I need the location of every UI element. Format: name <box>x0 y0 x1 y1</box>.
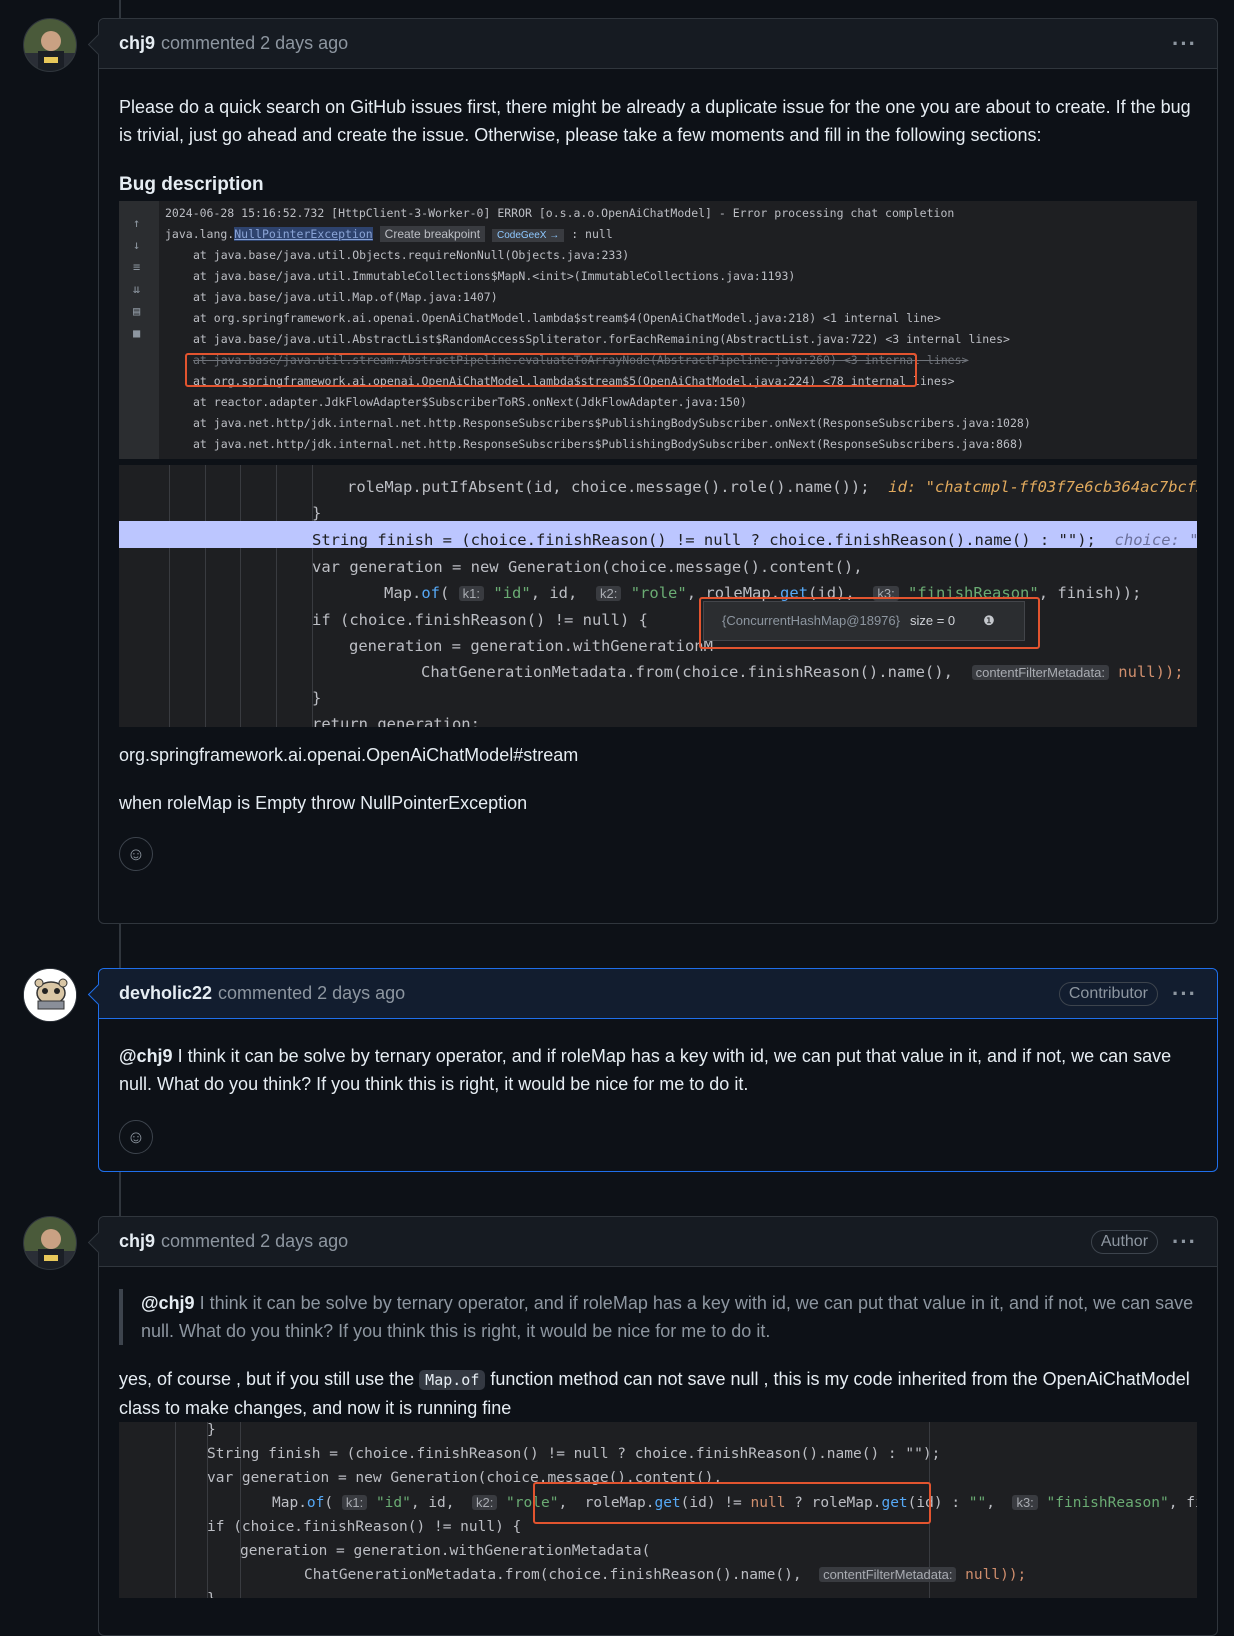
code-line: roleMap.putIfAbsent(id, choice.message()… <box>347 478 1197 496</box>
comment-card: devholic22 commented 2 days ago Contribu… <box>98 968 1218 1172</box>
comment-text: yes, of course , but if you still use th… <box>119 1369 1190 1418</box>
exception-message: : null <box>571 227 613 241</box>
kebab-horizontal-icon[interactable]: ··· <box>1172 981 1197 1007</box>
author-badge: Author <box>1090 1229 1159 1254</box>
stack-frame: at java.net.http/jdk.internal.net.http.c… <box>193 451 982 459</box>
comment-author[interactable]: chj9 <box>119 1231 155 1252</box>
annotation-highlight <box>185 353 917 387</box>
user-mention[interactable]: @chj9 <box>141 1293 195 1313</box>
comment-header: chj9 commented 2 days ago Author ··· <box>99 1217 1217 1267</box>
quoted-reply: @chj9 I think it can be solve by ternary… <box>119 1289 1197 1345</box>
comment-text: org.springframework.ai.openai.OpenAiChat… <box>119 745 579 765</box>
contributor-badge: Contributor <box>1058 981 1159 1006</box>
comment-text: when roleMap is Empty throw NullPointerE… <box>119 793 528 813</box>
annotation-highlight <box>699 597 1040 649</box>
stacktrace-screenshot: ↑ ↓ ≡ ⇊ ▤ ■ 2024-06-28 15:16:52.732 [Htt… <box>119 201 1197 459</box>
comment-text: @chj9 I think it can be solve by ternary… <box>119 1046 1172 1094</box>
code-line: return generation; <box>312 715 480 727</box>
comment-timestamp[interactable]: commented 2 days ago <box>161 1231 348 1252</box>
avatar-chj9[interactable] <box>23 18 77 72</box>
comment-text: Please do a quick search on GitHub issue… <box>119 97 1191 145</box>
code-line-current: String finish = (choice.finishReason() !… <box>312 531 1197 549</box>
comment-card: chj9 commented 2 days ago Author ··· @ch… <box>98 1216 1218 1636</box>
inline-code: Map.of <box>419 1370 486 1390</box>
code-line: ChatGenerationMetadata.from(choice.finis… <box>304 1567 1027 1583</box>
code-line: } <box>207 1585 216 1598</box>
trash-icon: ■ <box>133 326 141 340</box>
annotation-highlight <box>533 1482 931 1524</box>
comment-header: devholic22 commented 2 days ago Contribu… <box>99 969 1217 1019</box>
fixed-code-screenshot: } String finish = (choice.finishReason()… <box>119 1422 1197 1598</box>
timeline-connector <box>119 0 121 18</box>
timeline-connector <box>119 1172 121 1216</box>
timeline-connector <box>119 924 121 968</box>
kebab-horizontal-icon[interactable]: ··· <box>1172 31 1197 57</box>
comment-author[interactable]: devholic22 <box>119 983 212 1004</box>
code-line: generation = generation.withGenerationM <box>349 637 713 655</box>
exception-link[interactable]: NullPointerException <box>234 227 373 241</box>
exception-package: java.lang. <box>165 227 235 241</box>
comment-timestamp[interactable]: commented 2 days ago <box>218 983 405 1004</box>
kebab-horizontal-icon[interactable]: ··· <box>1172 1229 1197 1255</box>
section-heading: Bug description <box>119 174 264 195</box>
smiley-icon[interactable]: ☺ <box>119 1120 153 1154</box>
comment-header: chj9 commented 2 days ago ··· <box>99 19 1217 69</box>
avatar-chj9[interactable] <box>23 1216 77 1270</box>
code-line: if (choice.finishReason() != null) { <box>312 611 648 629</box>
comment-timestamp[interactable]: commented 2 days ago <box>161 33 348 54</box>
code-line: ChatGenerationMetadata.from(choice.finis… <box>421 663 1184 681</box>
user-mention[interactable]: @chj9 <box>119 1046 173 1066</box>
code-line: } <box>312 689 322 707</box>
comment-card: chj9 commented 2 days ago ··· Please do … <box>98 18 1218 924</box>
code-line: } <box>312 504 322 522</box>
comment-author[interactable]: chj9 <box>119 33 155 54</box>
code-line: var generation = new Generation(choice.m… <box>312 558 863 576</box>
smiley-icon[interactable]: ☺ <box>119 837 153 871</box>
debug-code-screenshot: roleMap.putIfAbsent(id, choice.message()… <box>119 465 1197 727</box>
avatar-devholic22[interactable] <box>23 968 77 1022</box>
create-breakpoint-button[interactable]: Create breakpoint <box>379 226 486 242</box>
